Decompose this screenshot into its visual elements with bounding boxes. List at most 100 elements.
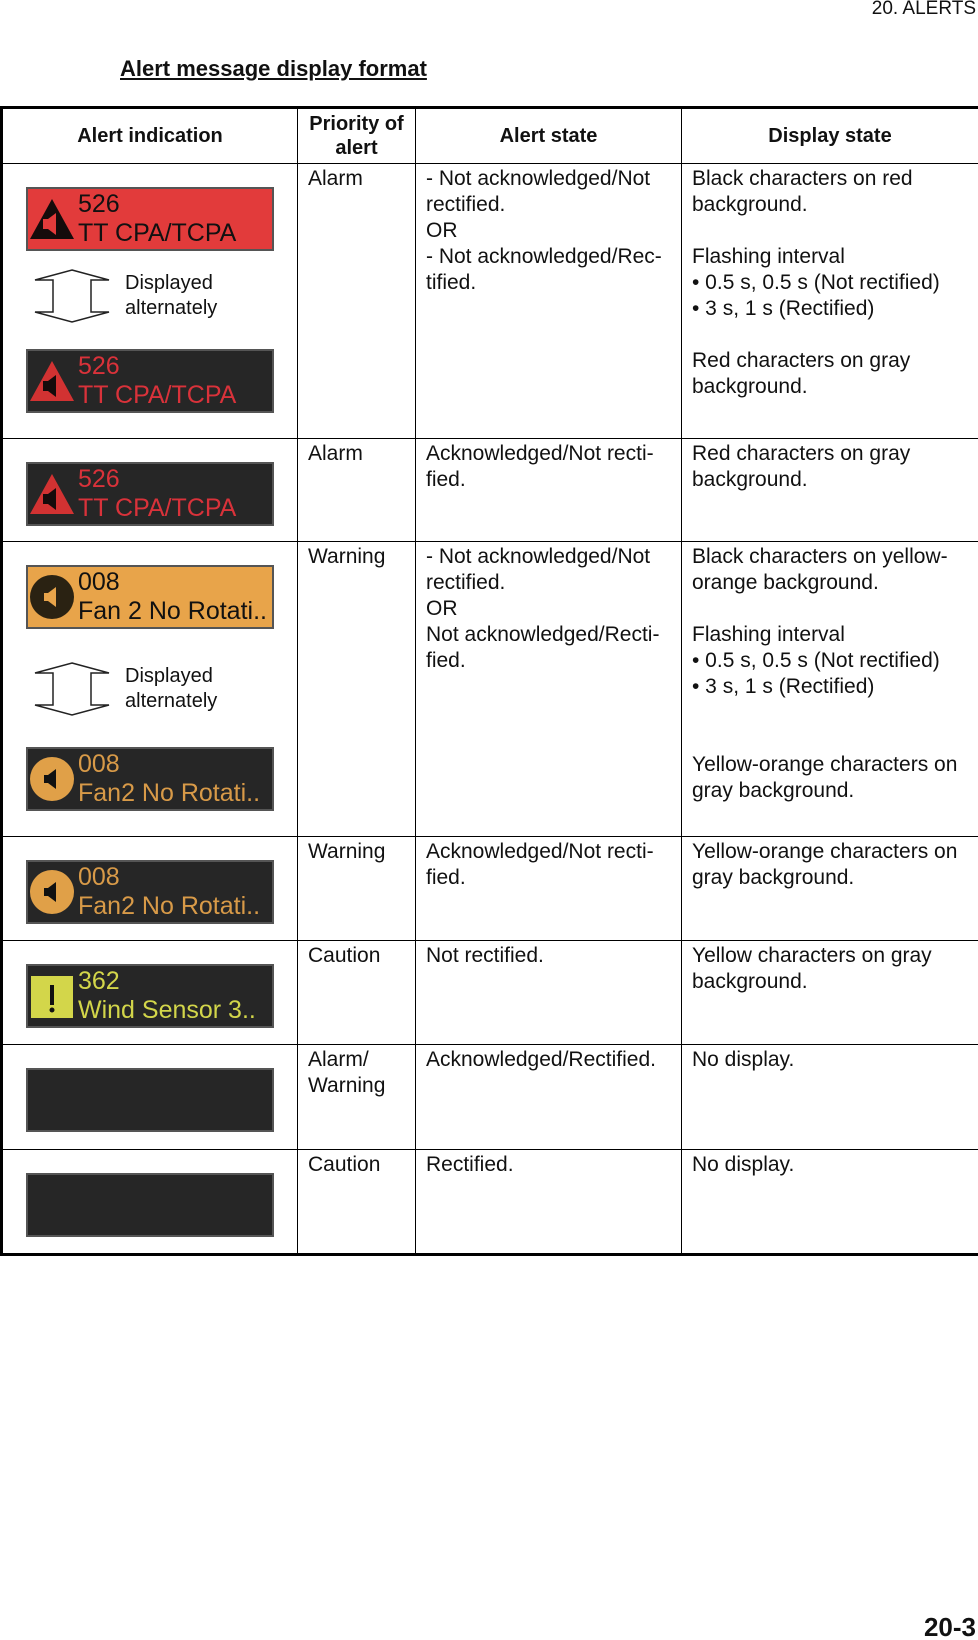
table-row: Caution Rectified. No display.	[1, 1149, 978, 1255]
table-header-row: Alert indication Priority of alert Alert…	[1, 107, 978, 164]
alert-box: 526 TT CPA/TCPA	[26, 349, 274, 413]
alert-number: 362	[78, 967, 120, 995]
alternate-indicator: Displayed alternately	[33, 269, 225, 323]
alert-number: 008	[78, 863, 120, 891]
display-state-cell: Black characters on red background. Flas…	[681, 163, 978, 439]
alarm-triangle-icon	[28, 470, 76, 518]
cell-line: Yellow-orange characters on gray backgro…	[692, 840, 958, 889]
alert-box: 362 Wind Sensor 3..	[26, 964, 274, 1028]
cell-line: Acknowledged/Rectified.	[426, 1048, 656, 1071]
alert-format-table: Alert indication Priority of alert Alert…	[0, 106, 978, 1256]
cell-line: • 3 s, 1 s (Rectified)	[692, 297, 875, 320]
cell-line: - Not acknowledged/Not rectified.	[426, 545, 651, 594]
cell-line: Flashing interval	[692, 245, 845, 268]
alert-text: 008 Fan2 No Rotati..	[78, 750, 260, 808]
display-state-cell: Yellow characters on gray background.	[681, 940, 978, 1045]
alarm-triangle-icon	[28, 357, 76, 405]
alert-number: 008	[78, 750, 120, 778]
cell-line: Acknowledged/Not recti-fied.	[426, 840, 654, 889]
alternate-label: Displayed alternately	[125, 665, 218, 712]
alert-state-cell: Acknowledged/Not recti-fied.	[415, 836, 682, 941]
cell-line: OR	[426, 219, 458, 242]
alert-message: TT CPA/TCPA	[78, 219, 237, 247]
priority-cell: Warning	[297, 836, 416, 941]
alternate-label: Displayed alternately	[125, 272, 218, 319]
cell-line: Red characters on gray background.	[692, 442, 911, 491]
alert-state-cell: Acknowledged/Not recti-fied.	[415, 438, 682, 542]
table-row: 526 TT CPA/TCPA 526 TT CPA/TCPA Displayed al…	[1, 163, 978, 439]
alert-indication-cell	[1, 1149, 298, 1255]
table-row: 362 Wind Sensor 3.. Caution Not rectified. Y…	[1, 940, 978, 1045]
page-number: 20-3	[923, 1612, 976, 1640]
alert-state-cell: - Not acknowledged/Not rectified. OR Not a…	[415, 541, 682, 837]
chapter-header: 20. ALERTS	[871, 0, 976, 19]
alert-box: 008 Fan 2 No Rotati..	[26, 565, 274, 629]
table-row: 008 Fan 2 No Rotati.. 008 Fan2 No Rotati.. D…	[1, 541, 978, 837]
alert-text: 008 Fan2 No Rotati..	[78, 863, 260, 921]
alternate-indicator: Displayed alternately	[33, 662, 225, 716]
table-row: Alarm/ Warning Acknowledged/Rectified. No …	[1, 1044, 978, 1150]
display-state-cell: No display.	[681, 1044, 978, 1150]
cell-line: Rectified.	[426, 1153, 514, 1176]
alert-text: 526 TT CPA/TCPA	[78, 352, 236, 410]
cell-line: No display.	[692, 1153, 795, 1176]
priority-cell: Caution	[297, 940, 416, 1045]
double-arrow-icon	[34, 269, 110, 323]
cell-line: Acknowledged/Not recti-fied.	[426, 442, 654, 491]
alert-indication-cell: 008 Fan2 No Rotati..	[1, 836, 298, 941]
exclamation-icon	[28, 972, 76, 1020]
cell-line	[692, 596, 968, 622]
alert-box	[26, 1068, 274, 1132]
cell-line	[692, 726, 968, 752]
alert-indication-cell	[1, 1044, 298, 1150]
display-state-cell: Black characters on yellow-orange backgr…	[681, 541, 978, 837]
alert-text: 362 Wind Sensor 3..	[78, 967, 256, 1025]
cell-line: • 3 s, 1 s (Rectified)	[692, 675, 875, 698]
manual-page: 20. ALERTS Alert message display format …	[0, 0, 978, 1640]
alert-state-cell: - Not acknowledged/Not rectified. OR - Not…	[415, 163, 682, 439]
table-row: 008 Fan2 No Rotati.. Warning Acknowledged/N…	[1, 836, 978, 941]
cell-line: Red characters on gray background.	[692, 349, 911, 398]
cell-line	[692, 700, 968, 726]
display-state-cell: No display.	[681, 1149, 978, 1255]
alert-box: 008 Fan2 No Rotati..	[26, 860, 274, 924]
column-header: Display state	[681, 107, 978, 164]
cell-line: No display.	[692, 1048, 795, 1071]
alert-box: 526 TT CPA/TCPA	[26, 462, 274, 526]
cell-line: Not acknowledged/Recti-fied.	[426, 623, 660, 672]
alert-message: TT CPA/TCPA	[78, 494, 237, 522]
alert-text: 008 Fan 2 No Rotati..	[78, 568, 267, 626]
alert-message: TT CPA/TCPA	[78, 381, 237, 409]
alert-indication-cell: 526 TT CPA/TCPA 526 TT CPA/TCPA Displayed al…	[1, 163, 298, 439]
alert-state-cell: Not rectified.	[415, 940, 682, 1045]
cell-line: - Not acknowledged/Not rectified.	[426, 167, 651, 216]
alert-box	[26, 1173, 274, 1237]
alert-box: 008 Fan2 No Rotati..	[26, 747, 274, 811]
alert-indication-cell: 008 Fan 2 No Rotati.. 008 Fan2 No Rotati.. D…	[1, 541, 298, 837]
cell-line: Flashing interval	[692, 623, 845, 646]
display-state-cell: Yellow-orange characters on gray backgro…	[681, 836, 978, 941]
cell-line: • 0.5 s, 0.5 s (Not rectified)	[692, 649, 940, 672]
alert-message: Fan 2 No Rotati..	[78, 597, 267, 625]
alert-number: 526	[78, 465, 120, 493]
alert-indication-cell: 362 Wind Sensor 3..	[1, 940, 298, 1045]
speaker-icon	[28, 868, 76, 916]
cell-line: Yellow characters on gray background.	[692, 944, 932, 993]
priority-cell: Alarm	[297, 163, 416, 439]
cell-line: - Not acknowledged/Rec-tified.	[426, 245, 662, 294]
priority-cell: Warning	[297, 541, 416, 837]
alert-box: 526 TT CPA/TCPA	[26, 187, 274, 251]
cell-line: Black characters on yellow-orange backgr…	[692, 545, 948, 594]
column-header: Alert state	[415, 107, 682, 164]
cell-line: Yellow-orange characters on gray backgro…	[692, 753, 958, 802]
alert-text: 526 TT CPA/TCPA	[78, 465, 236, 523]
double-arrow-icon	[34, 662, 110, 716]
table-row: 526 TT CPA/TCPA Alarm Acknowledged/Not rect…	[1, 438, 978, 542]
column-header: Alert indication	[1, 107, 298, 164]
speaker-icon	[28, 755, 76, 803]
speaker-icon	[28, 573, 76, 621]
alert-text: 526 TT CPA/TCPA	[78, 190, 236, 248]
cell-line: Not rectified.	[426, 944, 544, 967]
cell-line	[692, 322, 968, 348]
alert-number: 526	[78, 352, 120, 380]
